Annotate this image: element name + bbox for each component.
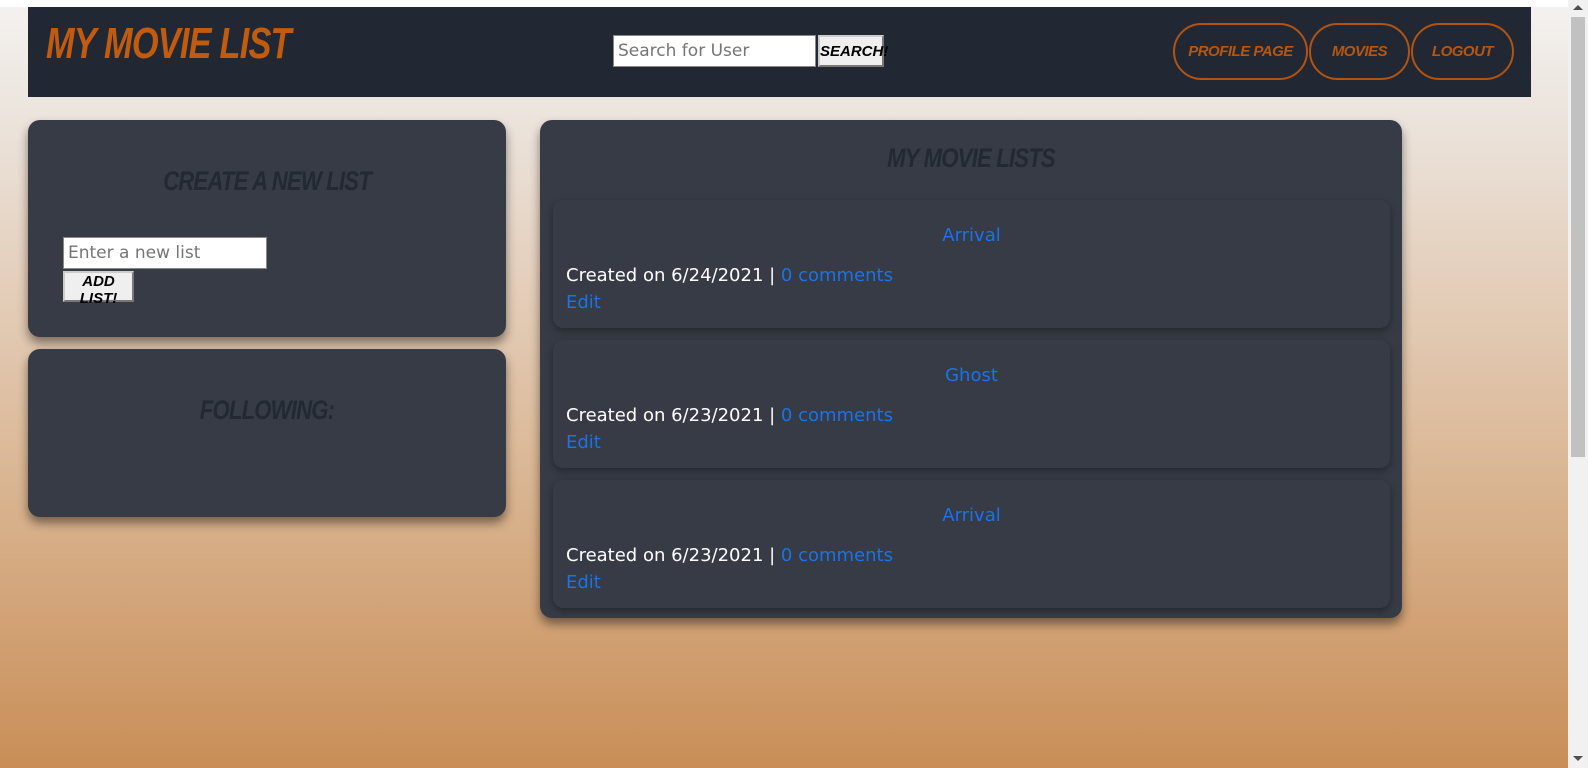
scroll-up-arrow-icon[interactable] xyxy=(1573,5,1583,10)
list-title-link[interactable]: Arrival xyxy=(553,505,1390,526)
list-meta: Created on 6/23/2021 | 0 comments xyxy=(566,545,893,566)
nav-movies[interactable]: Movies xyxy=(1309,23,1410,80)
edit-link[interactable]: Edit xyxy=(566,572,601,593)
list-title-link[interactable]: Ghost xyxy=(553,365,1390,386)
comments-link[interactable]: 0 comments xyxy=(781,545,893,566)
list-item: Arrival Created on 6/23/2021 | 0 comment… xyxy=(553,480,1390,608)
browser-top-edge xyxy=(0,0,1568,7)
scroll-down-arrow-icon[interactable] xyxy=(1573,756,1583,761)
brand-logo[interactable]: My Movie List xyxy=(46,19,292,69)
nav-profile-page[interactable]: Profile Page xyxy=(1173,23,1308,80)
navbar: My Movie List Search! Profile Page Movie… xyxy=(28,7,1531,97)
movie-lists-heading: My Movie Lists xyxy=(887,143,1056,173)
create-list-card: Create A New List Add List! xyxy=(28,120,506,337)
created-date: Created on 6/23/2021 | xyxy=(566,545,781,566)
page-scrollbar[interactable] xyxy=(1568,0,1588,768)
created-date: Created on 6/23/2021 | xyxy=(566,405,781,426)
movie-lists-card: My Movie Lists Arrival Created on 6/24/2… xyxy=(540,120,1402,618)
create-list-heading: Create A New List xyxy=(163,166,372,196)
list-item: Ghost Created on 6/23/2021 | 0 comments … xyxy=(553,340,1390,468)
list-title-link[interactable]: Arrival xyxy=(553,225,1390,246)
created-date: Created on 6/24/2021 | xyxy=(566,265,781,286)
list-meta: Created on 6/23/2021 | 0 comments xyxy=(566,405,893,426)
add-list-button[interactable]: Add List! xyxy=(63,271,134,307)
search-button[interactable]: Search! xyxy=(818,35,888,67)
scrollbar-thumb[interactable] xyxy=(1571,17,1585,457)
new-list-input[interactable] xyxy=(63,237,267,269)
edit-link[interactable]: Edit xyxy=(566,292,601,313)
list-meta: Created on 6/24/2021 | 0 comments xyxy=(566,265,893,286)
list-item: Arrival Created on 6/24/2021 | 0 comment… xyxy=(553,200,1390,328)
edit-link[interactable]: Edit xyxy=(566,432,601,453)
comments-link[interactable]: 0 comments xyxy=(781,405,893,426)
following-card: Following: xyxy=(28,349,506,517)
following-heading: Following: xyxy=(199,395,335,425)
nav-logout[interactable]: Logout xyxy=(1411,23,1514,80)
comments-link[interactable]: 0 comments xyxy=(781,265,893,286)
search-user-input[interactable] xyxy=(613,35,816,67)
